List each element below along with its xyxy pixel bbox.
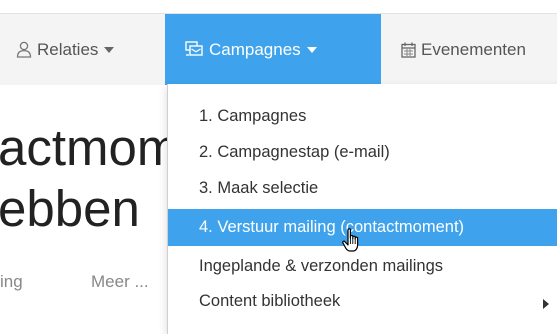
main-navbar: Relaties Campagnes Evenementen (0, 13, 557, 85)
chevron-right-icon (543, 295, 549, 314)
nav-item-evenementen[interactable]: Evenementen (401, 14, 557, 85)
nav-item-label: Relaties (37, 39, 99, 59)
nav-item-label: Evenementen (421, 39, 526, 59)
tab-partial[interactable]: ing (0, 272, 23, 292)
menu-item-label: 4. Verstuur mailing (contactmoment) (199, 218, 465, 236)
menu-item-label: 3. Maak selectie (199, 178, 319, 197)
menu-item-maak-selectie[interactable]: 3. Maak selectie (168, 170, 557, 206)
campaign-icon (185, 41, 204, 58)
menu-item-label: 1. Campagnes (199, 106, 307, 125)
menu-item-label: Ingeplande & verzonden mailings (199, 256, 443, 275)
tab-meer[interactable]: Meer ... (91, 272, 149, 292)
menu-item-label: 2. Campagnestap (e-mail) (199, 142, 390, 161)
nav-item-label: Campagnes (209, 39, 301, 59)
campagnes-dropdown-menu: 1. Campagnes 2. Campagnestap (e-mail) 3.… (167, 84, 557, 334)
nav-item-campagnes[interactable]: Campagnes (165, 14, 381, 85)
menu-item-label: Content bibliotheek (199, 291, 341, 310)
nav-item-relaties[interactable]: Relaties (0, 14, 163, 85)
page-title: actmom (0, 119, 180, 176)
menu-item-campagnes[interactable]: 1. Campagnes (168, 98, 557, 134)
user-icon (16, 41, 32, 58)
menu-item-content-bibliotheek[interactable]: Content bibliotheek (168, 283, 557, 319)
chevron-down-icon (306, 46, 317, 53)
calendar-icon (401, 42, 416, 58)
menu-item-campagnestap[interactable]: 2. Campagnestap (e-mail) (168, 134, 557, 170)
hand-pointer-cursor-icon (342, 228, 364, 259)
page-title: ebben (0, 180, 140, 237)
chevron-down-icon (104, 46, 115, 53)
